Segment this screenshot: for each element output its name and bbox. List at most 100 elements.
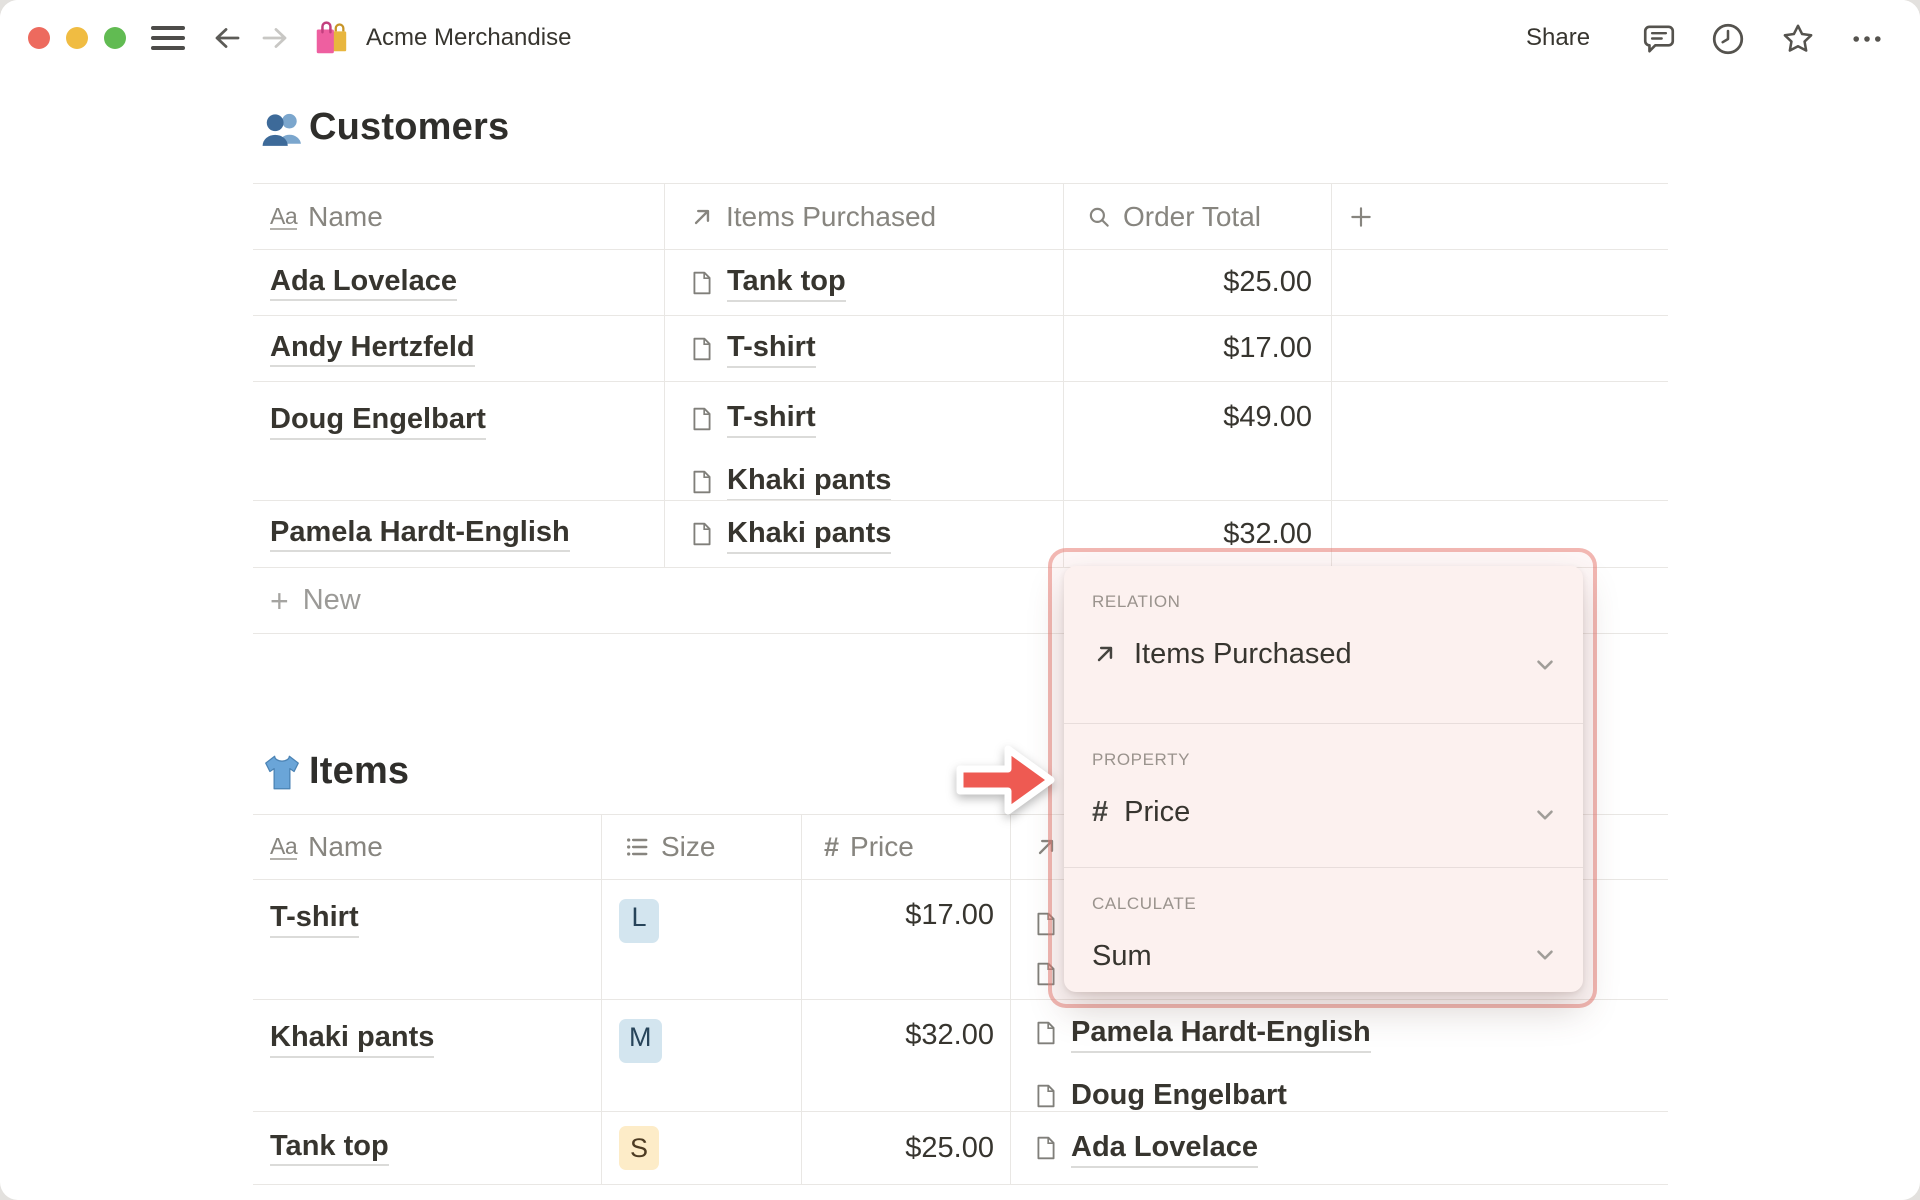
page-icon — [693, 470, 711, 493]
size-badge: S — [619, 1126, 659, 1170]
items-purchased-cell[interactable]: Khaki pants — [665, 501, 1064, 567]
name-cell[interactable]: Pamela Hardt-English — [253, 501, 665, 567]
order-total-cell[interactable]: $17.00 — [1064, 316, 1332, 381]
price-cell[interactable]: $25.00 — [802, 1112, 1011, 1184]
purchased-by-cell[interactable]: Pamela Hardt-English Doug Engelbart — [1011, 1000, 1668, 1111]
page-link[interactable]: Doug Engelbart — [1071, 1077, 1287, 1112]
size-badge: M — [619, 1019, 662, 1063]
ellipsis-icon — [1853, 36, 1881, 42]
updates-button[interactable] — [1710, 21, 1746, 57]
share-button[interactable]: Share — [1526, 0, 1590, 76]
page-link[interactable]: Andy Hertzfeld — [270, 331, 475, 367]
table-row: Doug Engelbart T-shirt Khaki pants $49.0… — [253, 381, 1668, 500]
items-purchased-cell[interactable]: T-shirt Khaki pants — [665, 382, 1064, 500]
size-cell[interactable]: M — [602, 1000, 802, 1111]
empty-cell[interactable] — [1332, 316, 1668, 381]
price-cell[interactable]: $17.00 — [802, 880, 1011, 999]
relation-icon — [1097, 646, 1113, 662]
size-badge: L — [619, 899, 659, 943]
name-cell[interactable]: T-shirt — [253, 880, 602, 999]
page-link[interactable]: Pamela Hardt-English — [270, 516, 570, 552]
breadcrumb-page-title[interactable]: Acme Merchandise — [366, 0, 571, 76]
page-link[interactable]: Pamela Hardt-English — [1071, 1014, 1371, 1053]
forward-button[interactable] — [256, 20, 294, 56]
arrow-right-icon — [262, 28, 287, 48]
order-total-cell[interactable]: $25.00 — [1064, 250, 1332, 315]
order-total-cell[interactable]: $49.00 — [1064, 382, 1332, 500]
table-row: Tank top S $25.00 Ada Lovelace — [253, 1111, 1668, 1185]
comments-button[interactable] — [1641, 21, 1677, 57]
rollup-config-popup: RELATION Items Purchased PROPERTY # Pric… — [1064, 566, 1583, 992]
name-cell[interactable]: Doug Engelbart — [253, 382, 665, 500]
page-link[interactable]: T-shirt — [727, 399, 816, 438]
calculate-dropdown[interactable]: Sum — [1092, 934, 1583, 978]
favorite-button[interactable] — [1780, 21, 1816, 57]
column-header-name[interactable]: Aa Name — [253, 815, 602, 879]
customers-section-title: Customers — [261, 106, 509, 149]
name-cell[interactable]: Khaki pants — [253, 1000, 602, 1111]
items-section-title: Items — [261, 750, 409, 793]
page-icon — [693, 522, 711, 546]
size-cell[interactable]: S — [602, 1112, 802, 1184]
relation-icon — [694, 209, 710, 224]
page-link[interactable]: Khaki pants — [270, 1019, 435, 1058]
purchased-by-cell[interactable]: Ada Lovelace — [1011, 1112, 1668, 1184]
table-row: Ada Lovelace Tank top $25.00 — [253, 249, 1668, 315]
column-header-size[interactable]: Size — [602, 815, 802, 879]
page-link[interactable]: Tank top — [270, 1130, 389, 1166]
chevron-down-icon — [1532, 942, 1558, 968]
property-dropdown[interactable]: # Price — [1092, 790, 1583, 834]
page-link[interactable]: Tank top — [727, 263, 846, 302]
arrow-left-icon — [215, 28, 240, 48]
text-property-icon: Aa — [270, 833, 298, 860]
section-title-text: Customers — [309, 106, 510, 148]
page-link[interactable]: Ada Lovelace — [270, 265, 457, 301]
title-bar: Acme Merchandise Share — [0, 0, 1920, 76]
window-minimize-button[interactable] — [66, 27, 88, 49]
section-title-text: Items — [309, 750, 410, 792]
number-property-icon: # — [1092, 795, 1109, 828]
chevron-down-icon — [1532, 652, 1558, 678]
t-shirt-icon — [265, 755, 299, 789]
comment-icon — [1643, 25, 1675, 53]
price-cell[interactable]: $32.00 — [802, 1000, 1011, 1111]
column-header-order-total[interactable]: Order Total — [1064, 184, 1332, 249]
add-property-button[interactable] — [1332, 184, 1668, 249]
empty-cell[interactable] — [1332, 382, 1668, 500]
items-purchased-cell[interactable]: T-shirt — [665, 316, 1064, 381]
relation-dropdown[interactable]: Items Purchased — [1092, 632, 1583, 676]
plus-icon: + — [270, 582, 289, 619]
page-link[interactable]: Khaki pants — [727, 515, 892, 554]
customers-header-row: Aa Name Items Purchased Order Total — [253, 183, 1668, 249]
name-cell[interactable]: Tank top — [253, 1112, 602, 1184]
popup-section-calculate: CALCULATE Sum — [1064, 867, 1583, 992]
page-icon — [1037, 1084, 1055, 1108]
column-header-name[interactable]: Aa Name — [253, 184, 665, 249]
name-cell[interactable]: Andy Hertzfeld — [253, 316, 665, 381]
more-options-button[interactable] — [1849, 21, 1885, 57]
chevron-down-icon — [1532, 802, 1558, 828]
window-close-button[interactable] — [28, 27, 50, 49]
popup-section-relation: RELATION Items Purchased — [1064, 566, 1583, 723]
column-header-price[interactable]: # Price — [802, 815, 1011, 879]
app-window: Acme Merchandise Share Customers Aa Name… — [0, 0, 1920, 1200]
window-zoom-button[interactable] — [104, 27, 126, 49]
page-link[interactable]: Khaki pants — [727, 462, 892, 500]
name-cell[interactable]: Ada Lovelace — [253, 250, 665, 315]
sidebar-menu-button[interactable] — [149, 20, 187, 56]
clock-icon — [1712, 23, 1744, 55]
empty-cell[interactable] — [1332, 250, 1668, 315]
size-cell[interactable]: L — [602, 880, 802, 999]
back-button[interactable] — [208, 20, 246, 56]
page-emoji-shopping-bags-icon — [312, 19, 350, 57]
popup-section-property: PROPERTY # Price — [1064, 723, 1583, 867]
column-header-items-purchased[interactable]: Items Purchased — [665, 184, 1064, 249]
red-arrow-annotation — [954, 742, 1056, 818]
page-link[interactable]: T-shirt — [727, 329, 816, 368]
page-icon — [693, 271, 711, 294]
page-link[interactable]: Doug Engelbart — [270, 401, 486, 440]
table-row: Andy Hertzfeld T-shirt $17.00 — [253, 315, 1668, 381]
page-link[interactable]: T-shirt — [270, 899, 359, 938]
items-purchased-cell[interactable]: Tank top — [665, 250, 1064, 315]
page-link[interactable]: Ada Lovelace — [1071, 1129, 1258, 1168]
